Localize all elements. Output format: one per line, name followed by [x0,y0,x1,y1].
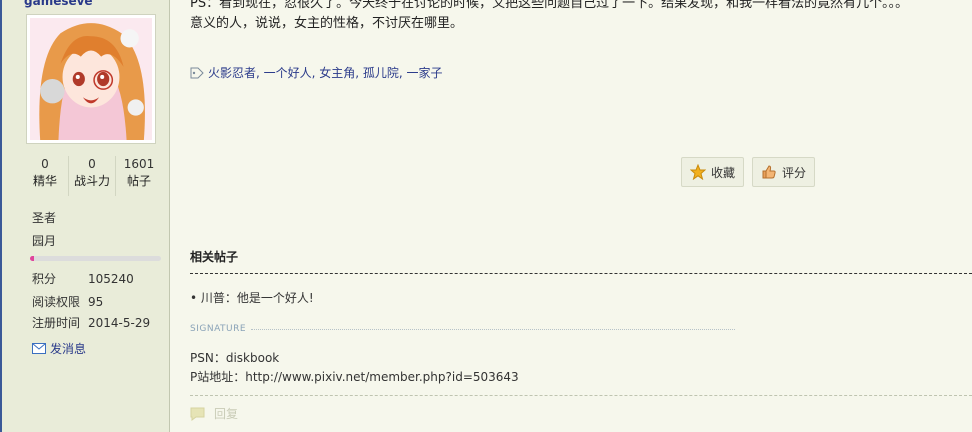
user-group[interactable]: 圣者 [32,209,56,226]
post-line: 意义的人，说说，女主的性格，不讨厌在哪里。 [190,16,464,31]
stat-label: 战斗力 [73,174,110,188]
post-content: PS：看到现在，忍很久了。今天终于在讨论的时候，又把这些问题自己过了一下。结果发… [190,0,972,34]
info-row-register-date: 注册时间 2014-5-29 [32,314,150,331]
stat-value: 0 [41,157,49,171]
stat-posts[interactable]: 1601 帖子 [115,156,162,196]
info-value: 105240 [88,272,134,286]
divider [190,273,972,274]
rate-label: 评分 [782,165,807,180]
stat-label: 精华 [32,174,57,188]
avatar-frame[interactable] [26,14,156,144]
stat-value: 0 [88,157,96,171]
info-key: 积分 [32,272,57,286]
signature-pixiv-link[interactable]: P站地址：http://www.pixiv.net/member.php?id=… [190,368,519,385]
post-main: PS：看到现在，忍很久了。今天终于在讨论的时候，又把这些问题自己过了一下。结果发… [190,0,972,432]
divider [190,395,972,396]
info-value: 95 [88,295,104,309]
stat-value: 1601 [123,157,155,171]
post-tags: 火影忍者, 一个好人, 女主角, 孤儿院, 一家子 [190,64,443,81]
reply-button[interactable]: 回复 [190,405,238,422]
stat-label: 帖子 [126,174,151,188]
stat-combat[interactable]: 0 战斗力 [68,156,115,196]
info-row-read-permission: 阅读权限 95 [32,293,103,310]
tag-list[interactable]: 火影忍者, 一个好人, 女主角, 孤儿院, 一家子 [208,64,443,81]
signature-psn: PSN：diskbook [190,351,280,365]
favorite-button[interactable]: 收藏 [681,157,745,187]
divider [251,328,735,330]
signature-label: SIGNATURE [190,324,247,334]
thumbs-up-icon [762,165,776,179]
reply-icon [190,407,205,421]
reply-label: 回复 [214,407,239,421]
send-message-link[interactable]: 发消息 [32,340,86,357]
info-key: 注册时间 [32,316,81,330]
envelope-icon [32,343,46,354]
user-title: 园月 [32,234,57,248]
username[interactable]: gameseve [24,0,93,8]
stat-digest[interactable]: 0 精华 [22,156,68,196]
info-row-points: 积分 105240 [32,270,134,287]
level-progress-bar [30,256,161,261]
user-sidebar: gameseve 0 精华 0 战斗力 1601 帖子 圣者 园月 积分 105… [0,0,170,432]
related-posts-title: 相关帖子 [190,250,239,264]
avatar[interactable] [30,18,152,140]
tag-icon [190,67,204,78]
info-value: 2014-5-29 [88,316,151,330]
post-line: PS：看到现在，忍很久了。今天终于在讨论的时候，又把这些问题自己过了一下。结果发… [190,0,909,11]
send-message-label: 发消息 [50,342,87,356]
rate-button[interactable]: 评分 [752,157,816,187]
related-post-link[interactable]: • 川普：他是一个好人! [190,289,314,306]
favorite-label: 收藏 [711,165,736,180]
info-key: 阅读权限 [32,295,81,309]
star-icon [690,164,706,180]
level-progress-fill [30,256,34,261]
signature-header: SIGNATURE [190,324,735,334]
user-stats: 0 精华 0 战斗力 1601 帖子 [22,156,162,196]
